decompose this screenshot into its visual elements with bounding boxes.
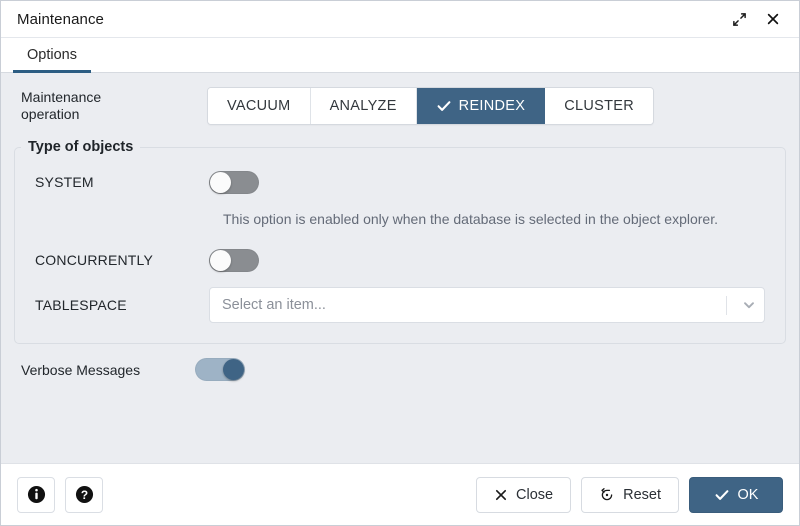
type-of-objects-fieldset: Type of objects SYSTEM This option is en… bbox=[14, 139, 786, 344]
svg-text:?: ? bbox=[80, 488, 87, 502]
reset-button-label: Reset bbox=[623, 487, 661, 503]
tab-options[interactable]: Options bbox=[13, 38, 91, 72]
close-button-footer[interactable]: Close bbox=[476, 477, 571, 513]
system-help-text: This option is enabled only when the dat… bbox=[15, 203, 785, 239]
concurrently-toggle[interactable] bbox=[209, 249, 259, 272]
operation-button-analyze-label: ANALYZE bbox=[330, 98, 397, 114]
reset-icon bbox=[599, 487, 615, 503]
operation-button-analyze[interactable]: ANALYZE bbox=[311, 88, 417, 124]
select-separator bbox=[726, 296, 727, 315]
close-icon bbox=[494, 488, 508, 502]
system-toggle[interactable] bbox=[209, 171, 259, 194]
ok-button-label: OK bbox=[738, 487, 759, 503]
ok-button[interactable]: OK bbox=[689, 477, 783, 513]
info-icon bbox=[27, 485, 46, 504]
verbose-messages-row: Verbose Messages bbox=[1, 344, 799, 387]
chevron-down-icon[interactable] bbox=[736, 297, 762, 313]
concurrently-label: CONCURRENTLY bbox=[35, 252, 209, 268]
expand-icon bbox=[732, 12, 747, 27]
tablespace-row: TABLESPACE Select an item... bbox=[15, 281, 785, 329]
maintenance-operation-label-line2: operation bbox=[21, 106, 207, 123]
close-button-label: Close bbox=[516, 487, 553, 503]
help-button[interactable]: ? bbox=[65, 477, 103, 513]
tablespace-select[interactable]: Select an item... bbox=[209, 287, 765, 323]
tablespace-label: TABLESPACE bbox=[35, 297, 209, 313]
close-icon bbox=[766, 12, 780, 26]
system-row: SYSTEM bbox=[15, 161, 785, 203]
toggle-knob bbox=[210, 250, 231, 271]
maintenance-dialog: Maintenance bbox=[0, 0, 800, 526]
check-icon bbox=[714, 487, 730, 503]
tablespace-select-placeholder: Select an item... bbox=[222, 297, 726, 313]
footer-right-actions: Close Reset OK bbox=[476, 477, 783, 513]
operation-button-reindex-label: REINDEX bbox=[459, 98, 526, 114]
page-title: Maintenance bbox=[17, 11, 725, 28]
operation-button-reindex[interactable]: REINDEX bbox=[417, 88, 546, 124]
maintenance-operation-label-line1: Maintenance bbox=[21, 89, 101, 105]
check-icon bbox=[436, 98, 452, 114]
maintenance-operation-row: Maintenance operation VACUUM ANALYZE bbox=[1, 73, 799, 137]
help-icon: ? bbox=[75, 485, 94, 504]
type-of-objects-legend: Type of objects bbox=[21, 139, 140, 155]
tab-strip: Options bbox=[1, 38, 799, 73]
tab-options-label: Options bbox=[27, 47, 77, 63]
close-button[interactable] bbox=[759, 6, 787, 32]
footer-left-actions: ? bbox=[17, 477, 103, 513]
dialog-footer: ? Close bbox=[1, 463, 799, 525]
dialog-body: Maintenance operation VACUUM ANALYZE bbox=[1, 73, 799, 463]
maintenance-operation-button-group: VACUUM ANALYZE REINDEX bbox=[207, 87, 654, 125]
operation-button-vacuum[interactable]: VACUUM bbox=[208, 88, 311, 124]
expand-button[interactable] bbox=[725, 6, 753, 32]
verbose-messages-label: Verbose Messages bbox=[21, 362, 195, 378]
toggle-knob bbox=[223, 359, 244, 380]
operation-button-cluster-label: CLUSTER bbox=[564, 98, 634, 114]
title-bar-actions bbox=[725, 6, 787, 32]
maintenance-operation-label: Maintenance operation bbox=[21, 89, 207, 123]
reset-button[interactable]: Reset bbox=[581, 477, 679, 513]
verbose-messages-toggle[interactable] bbox=[195, 358, 245, 381]
system-label: SYSTEM bbox=[35, 174, 209, 190]
concurrently-row: CONCURRENTLY bbox=[15, 239, 785, 281]
toggle-knob bbox=[210, 172, 231, 193]
info-button[interactable] bbox=[17, 477, 55, 513]
title-bar: Maintenance bbox=[1, 1, 799, 38]
operation-button-vacuum-label: VACUUM bbox=[227, 98, 291, 114]
operation-button-cluster[interactable]: CLUSTER bbox=[545, 88, 653, 124]
